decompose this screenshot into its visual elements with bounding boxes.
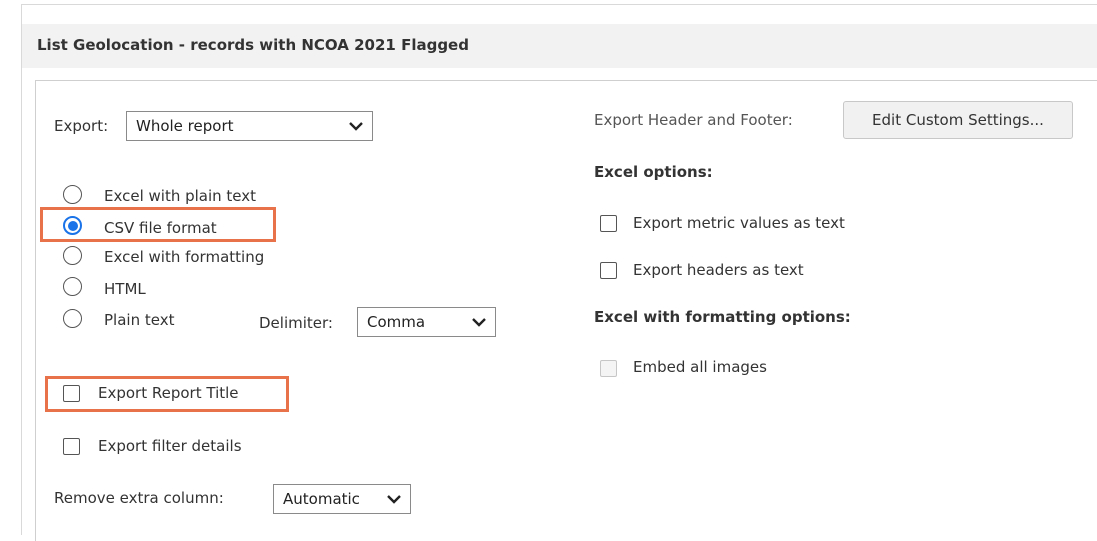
radio-csv-file-format[interactable]	[63, 216, 82, 235]
embed-all-images-label: Embed all images	[633, 358, 767, 376]
chevron-down-icon	[349, 122, 363, 131]
export-filter-details-label: Export filter details	[98, 437, 242, 455]
excel-formatting-options-heading: Excel with formatting options:	[594, 308, 851, 326]
page-title: List Geolocation - records with NCOA 202…	[37, 36, 469, 54]
export-label: Export:	[54, 117, 109, 135]
delimiter-label: Delimiter:	[259, 314, 333, 332]
export-metric-values-checkbox[interactable]	[600, 215, 617, 232]
delimiter-select[interactable]: Comma	[357, 307, 496, 337]
export-metric-values-label: Export metric values as text	[633, 214, 845, 232]
export-filter-details-checkbox[interactable]	[63, 438, 80, 455]
export-headers-as-text-checkbox[interactable]	[600, 262, 617, 279]
remove-extra-column-label: Remove extra column:	[54, 489, 224, 507]
radio-excel-plain-text-label: Excel with plain text	[104, 187, 257, 205]
radio-excel-plain-text[interactable]	[63, 185, 82, 204]
export-options-panel	[35, 80, 1097, 541]
chevron-down-icon	[472, 318, 486, 327]
radio-plain-text[interactable]	[63, 309, 82, 328]
radio-html-label: HTML	[104, 280, 146, 298]
remove-extra-column-select[interactable]: Automatic	[273, 484, 411, 514]
export-report-title-checkbox[interactable]	[63, 385, 80, 402]
radio-plain-text-label: Plain text	[104, 311, 175, 329]
chevron-down-icon	[387, 495, 401, 504]
export-header-footer-label: Export Header and Footer:	[594, 111, 793, 129]
radio-csv-file-format-label: CSV file format	[104, 219, 217, 237]
export-select[interactable]: Whole report	[126, 111, 373, 141]
embed-all-images-checkbox[interactable]	[600, 360, 617, 377]
radio-excel-with-formatting[interactable]	[63, 246, 82, 265]
edit-custom-settings-button[interactable]: Edit Custom Settings...	[843, 101, 1073, 139]
export-headers-as-text-label: Export headers as text	[633, 261, 804, 279]
export-select-value: Whole report	[136, 117, 234, 135]
export-report-title-label: Export Report Title	[98, 384, 239, 402]
excel-options-heading: Excel options:	[594, 163, 713, 181]
radio-html[interactable]	[63, 277, 82, 296]
delimiter-select-value: Comma	[367, 313, 426, 331]
radio-excel-with-formatting-label: Excel with formatting	[104, 248, 265, 266]
remove-extra-column-value: Automatic	[283, 490, 360, 508]
